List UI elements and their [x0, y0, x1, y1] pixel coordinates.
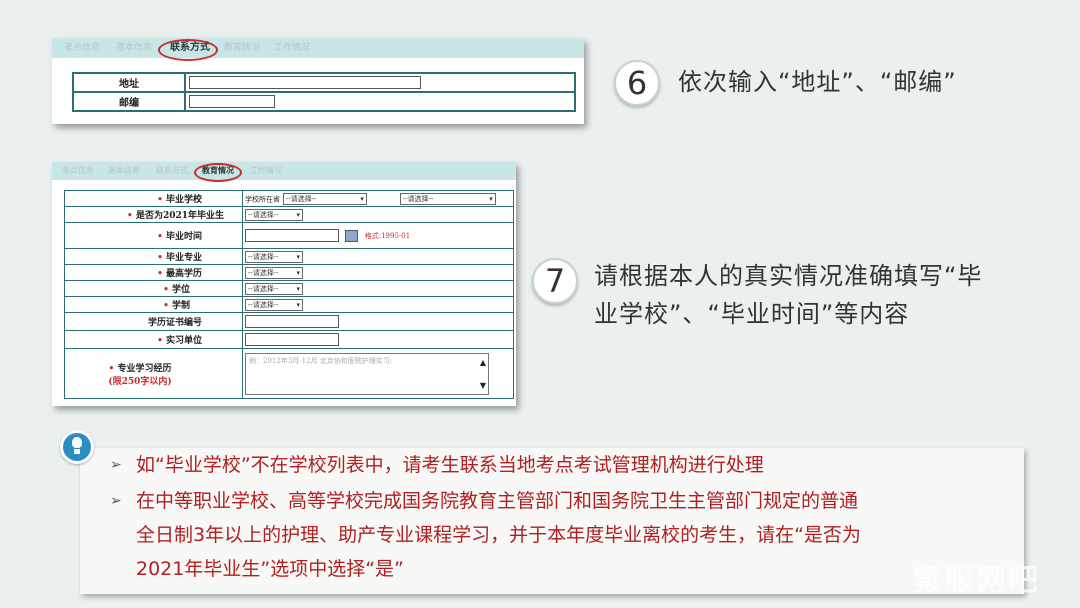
tab-contact[interactable]: 联系方式: [156, 164, 188, 178]
zipcode-label: 邮编: [72, 91, 186, 112]
step-7-badge: 7: [532, 258, 578, 304]
arrow-bullet-icon: ➢: [110, 493, 122, 509]
zipcode-input[interactable]: [189, 95, 275, 108]
calendar-icon[interactable]: [344, 229, 358, 242]
major-label: 毕业专业: [165, 253, 202, 263]
province-select[interactable]: --请选择-- ▾: [282, 192, 367, 205]
tab-work[interactable]: 工作情况: [250, 164, 282, 178]
grad-time-label: 毕业时间: [165, 232, 202, 242]
internship-input[interactable]: [245, 333, 339, 346]
system-label: 学制: [171, 301, 190, 311]
note-item-1: ➢ 如“毕业学校”不在学校列表中，请考生联系当地考点考试管理机构进行处理: [110, 448, 764, 482]
education-level-select[interactable]: --请选择-- ▾: [245, 266, 303, 279]
cert-no-input[interactable]: [245, 315, 339, 328]
step-6-badge: 6: [614, 60, 660, 106]
tab-work[interactable]: 工作情况: [274, 41, 310, 55]
arrow-bullet-icon: ➢: [110, 457, 122, 473]
is-2021-graduate-label: 是否为2021年毕业生: [135, 211, 224, 221]
scroll-down-icon[interactable]: ▼: [480, 381, 486, 390]
step-7-text-line1: 请根据本人的真实情况准确填写“毕: [594, 262, 983, 290]
contact-table: 地址 邮编: [72, 72, 576, 112]
system-select[interactable]: --请选择-- ▾: [245, 298, 303, 311]
is-2021-graduate-select[interactable]: --请选择-- ▾: [245, 208, 303, 221]
major-select[interactable]: --请选择-- ▾: [245, 250, 303, 263]
grad-time-input[interactable]: [245, 229, 339, 242]
education-level-label: 最高学历: [165, 269, 202, 279]
school-prefix: 学校所在省: [245, 195, 280, 203]
date-format-hint: 格式:1995-01: [364, 232, 411, 240]
address-input[interactable]: [189, 76, 421, 89]
study-history-textarea[interactable]: 例：2012年3月-12月 北京协和医院护理实习; ▲ ▼: [245, 352, 489, 395]
address-label: 地址: [72, 72, 186, 93]
education-table: • 毕业学校 学校所在省 --请选择-- ▾ --请选择-- ▾ • 是否为2021…: [64, 190, 514, 399]
tab-bar: 考点信息 基本信息 联系方式 教育情况 工作情况: [52, 162, 516, 180]
note-item-2-line3: 2021年毕业生”选项中选择“是”: [136, 558, 404, 580]
step-7-text-line2: 业学校”、“毕业时间”等内容: [594, 300, 910, 328]
degree-label: 学位: [171, 285, 190, 295]
contact-form-panel: 考点信息 基本信息 联系方式 教育情况 工作情况 地址 邮编: [52, 38, 584, 124]
tab-basic-info[interactable]: 基本信息: [108, 164, 140, 178]
study-limit-note: (限250字以内): [108, 376, 172, 387]
scroll-up-icon[interactable]: ▲: [480, 358, 486, 367]
highlight-circle: [194, 163, 242, 182]
step-6-text: 依次输入“地址”、“邮编”: [678, 68, 957, 96]
note-item-2-line2: 全日制3年以上的护理、助产专业课程学习，并于本年度毕业离校的考生，请在“是否为: [136, 524, 861, 546]
education-form-panel: 考点信息 基本信息 联系方式 教育情况 工作情况 • 毕业学校 学校所在省 --…: [52, 162, 516, 406]
tab-basic-info[interactable]: 基本信息: [116, 41, 152, 55]
note-item-2: ➢ 在中等职业学校、高等学校完成国务院教育主管部门和国务院卫生主管部门规定的普通: [110, 484, 858, 518]
internship-label: 实习单位: [165, 336, 202, 346]
tab-bar: 考点信息 基本信息 联系方式 教育情况 工作情况: [52, 38, 584, 58]
degree-select[interactable]: --请选择-- ▾: [245, 282, 303, 295]
tab-education[interactable]: 教育情况: [224, 41, 260, 55]
tab-exam-site[interactable]: 考点信息: [64, 41, 100, 55]
lightbulb-icon: [60, 430, 94, 464]
study-history-label: 专业学习经历: [117, 363, 172, 374]
tab-exam-site[interactable]: 考点信息: [62, 164, 94, 178]
highlight-circle: [158, 39, 218, 61]
cert-no-label: 学历证书编号: [147, 318, 202, 328]
school-label: 毕业学校: [165, 195, 202, 205]
school-select[interactable]: --请选择-- ▾: [399, 192, 496, 205]
watermark: 氪服网吧: [912, 563, 1040, 598]
